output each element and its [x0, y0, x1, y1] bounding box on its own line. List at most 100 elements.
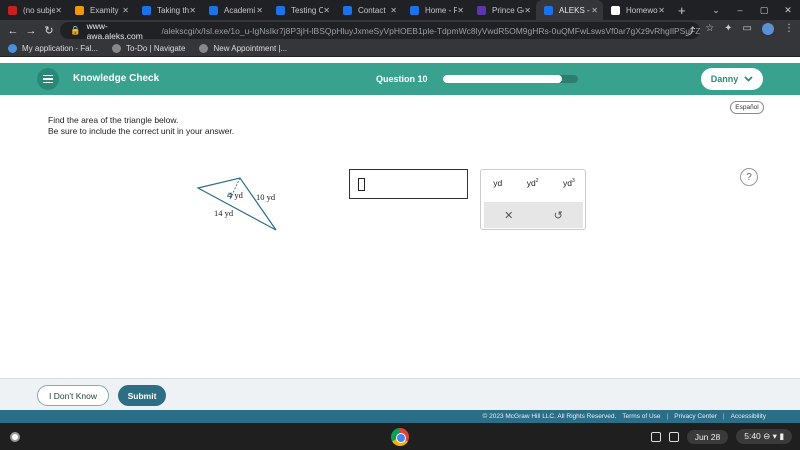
- unit-yd-button[interactable]: yd: [493, 178, 502, 188]
- browser-tab[interactable]: Examity ✕: [67, 0, 134, 20]
- tab-close-icon[interactable]: ✕: [323, 6, 330, 15]
- height-label: 4 yd: [228, 190, 243, 200]
- copyright-text: © 2023 McGraw Hill LLC. All Rights Reser…: [482, 413, 617, 420]
- back-icon[interactable]: ←: [4, 25, 22, 37]
- minimize-icon[interactable]: –: [728, 5, 752, 15]
- browser-tab[interactable]: Homewo ✕: [603, 0, 670, 20]
- tab-favicon-icon: [8, 5, 17, 15]
- browser-tab[interactable]: Contact ✕: [335, 0, 402, 20]
- submit-button[interactable]: Submit: [118, 385, 166, 406]
- tab-close-icon[interactable]: ✕: [55, 6, 62, 15]
- question-number: Question 10: [376, 74, 428, 84]
- maximize-icon[interactable]: ▢: [752, 5, 776, 16]
- bookmark-icon: [199, 44, 209, 53]
- browser-tab[interactable]: Home - F ✕: [402, 0, 469, 20]
- tab-title: Examity: [90, 5, 119, 15]
- tab-close-icon[interactable]: ✕: [591, 6, 598, 15]
- forward-icon[interactable]: →: [22, 25, 40, 37]
- share-icon[interactable]: ⤴: [685, 23, 695, 38]
- bookmark-item[interactable]: New Appointment |...: [199, 44, 287, 53]
- tab-favicon-icon: [276, 5, 285, 15]
- privacy-link[interactable]: Privacy Center: [674, 413, 717, 420]
- unit-palette: yd yd2 yd3 ✕ ↺: [480, 169, 586, 230]
- legal-footer: © 2023 McGraw Hill LLC. All Rights Reser…: [0, 410, 800, 423]
- problem-line: Find the area of the triangle below.: [48, 115, 179, 125]
- star-icon[interactable]: ☆: [705, 23, 714, 38]
- tab-close-icon[interactable]: ✕: [256, 6, 263, 15]
- os-shelf: Jun 28 5:40 ⊖ ▾ ▮: [0, 423, 800, 450]
- extensions-icon[interactable]: ✦: [724, 23, 732, 38]
- dnd-icon: ⊖: [763, 431, 771, 441]
- browser-tab-strip: (no subje ✕ Examity ✕ Taking th ✕ Academi ✕ Test…: [0, 0, 800, 20]
- tab-close-icon[interactable]: ✕: [658, 6, 665, 15]
- separator: |: [666, 413, 669, 420]
- reload-icon[interactable]: ↻: [40, 24, 58, 37]
- hamburger-menu-icon[interactable]: [37, 68, 59, 90]
- aleks-header: Knowledge Check Question 10 Danny: [0, 63, 800, 95]
- tab-favicon-icon: [343, 5, 352, 15]
- browser-actions: ⤴ ☆ ✦ ▭ ⋮: [685, 23, 794, 38]
- language-toggle-button[interactable]: Español: [730, 101, 764, 114]
- side-label: 10 yd: [256, 192, 276, 202]
- bookmarks-bar: My application - Fal... To-Do | Navigate…: [0, 41, 800, 57]
- triangle-figure: 4 yd 10 yd 14 yd: [190, 176, 290, 236]
- answer-input[interactable]: [349, 169, 468, 199]
- base-label: 14 yd: [214, 208, 234, 218]
- tab-favicon-icon: [142, 5, 151, 15]
- screen-capture-icon[interactable]: [668, 431, 679, 442]
- progress-bar: [443, 75, 578, 83]
- tab-close-icon[interactable]: ✕: [457, 6, 464, 15]
- url-path: /alekscgi/x/Isl.exe/1o_u-IgNsIkr7j8P3jH-…: [161, 25, 700, 36]
- undo-icon[interactable]: ↺: [554, 209, 563, 222]
- chevron-down-icon: [744, 76, 753, 82]
- browser-tab[interactable]: (no subje ✕: [0, 0, 67, 20]
- wifi-icon: ▾: [772, 431, 777, 441]
- time-text: 5:40: [744, 431, 761, 441]
- browser-tab[interactable]: Prince Ge✕: [469, 0, 536, 20]
- bookmark-item[interactable]: To-Do | Navigate: [112, 44, 185, 53]
- browser-tab[interactable]: ALEKS - L✕: [536, 0, 603, 20]
- launcher-icon[interactable]: [10, 432, 20, 442]
- triangle-drawing: [196, 177, 277, 231]
- tab-close-icon[interactable]: ✕: [524, 6, 531, 15]
- bookmark-item[interactable]: My application - Fal...: [8, 44, 98, 53]
- window-controls: ⌄ – ▢ ✕: [704, 0, 800, 20]
- unit-yd3-button[interactable]: yd3: [563, 178, 575, 188]
- browser-tab[interactable]: Testing C ✕: [268, 0, 335, 20]
- sidepanel-icon[interactable]: ▭: [743, 23, 752, 38]
- tab-favicon-icon: [410, 5, 419, 15]
- clipboard-icon[interactable]: [650, 431, 661, 442]
- browser-tab[interactable]: Academi ✕: [201, 0, 268, 20]
- tab-favicon-icon: [209, 5, 218, 15]
- browser-tab[interactable]: Taking th ✕: [134, 0, 201, 20]
- chrome-icon[interactable]: [391, 428, 409, 446]
- help-icon[interactable]: ?: [740, 168, 758, 186]
- user-menu-button[interactable]: Danny: [701, 68, 763, 90]
- tab-close-icon[interactable]: ✕: [189, 6, 196, 15]
- url-host: www-awa.aleks.com: [86, 20, 143, 41]
- menu-icon[interactable]: ⋮: [784, 23, 794, 38]
- date-pill[interactable]: Jun 28: [686, 429, 729, 444]
- tab-title: Home - F: [425, 5, 457, 15]
- close-window-icon[interactable]: ✕: [776, 5, 800, 16]
- battery-icon: ▮: [779, 431, 784, 441]
- tab-close-icon[interactable]: ✕: [390, 6, 397, 15]
- clear-icon[interactable]: ✕: [504, 209, 513, 222]
- new-tab-icon[interactable]: +: [678, 3, 686, 18]
- chevron-down-icon[interactable]: ⌄: [704, 5, 728, 16]
- address-bar-row: ← → ↻ 🔒 www-awa.aleks.com /alekscgi/x/Is…: [0, 20, 800, 41]
- unit-yd2-button[interactable]: yd2: [527, 178, 539, 188]
- status-area[interactable]: 5:40 ⊖ ▾ ▮: [736, 429, 792, 444]
- profile-avatar[interactable]: [762, 23, 774, 35]
- terms-link[interactable]: Terms of Use: [622, 413, 660, 420]
- accessibility-link[interactable]: Accessibility: [731, 413, 766, 420]
- tab-favicon-icon: [477, 5, 486, 15]
- url-field[interactable]: 🔒 www-awa.aleks.com /alekscgi/x/Isl.exe/…: [60, 20, 700, 41]
- tab-favicon-icon: [611, 5, 620, 15]
- bookmark-icon: [8, 44, 17, 53]
- input-cursor-box: [358, 178, 365, 191]
- lock-icon: 🔒: [70, 25, 81, 35]
- i-dont-know-button[interactable]: I Don't Know: [37, 385, 109, 406]
- tab-close-icon[interactable]: ✕: [122, 6, 129, 15]
- progress-fill: [443, 75, 562, 83]
